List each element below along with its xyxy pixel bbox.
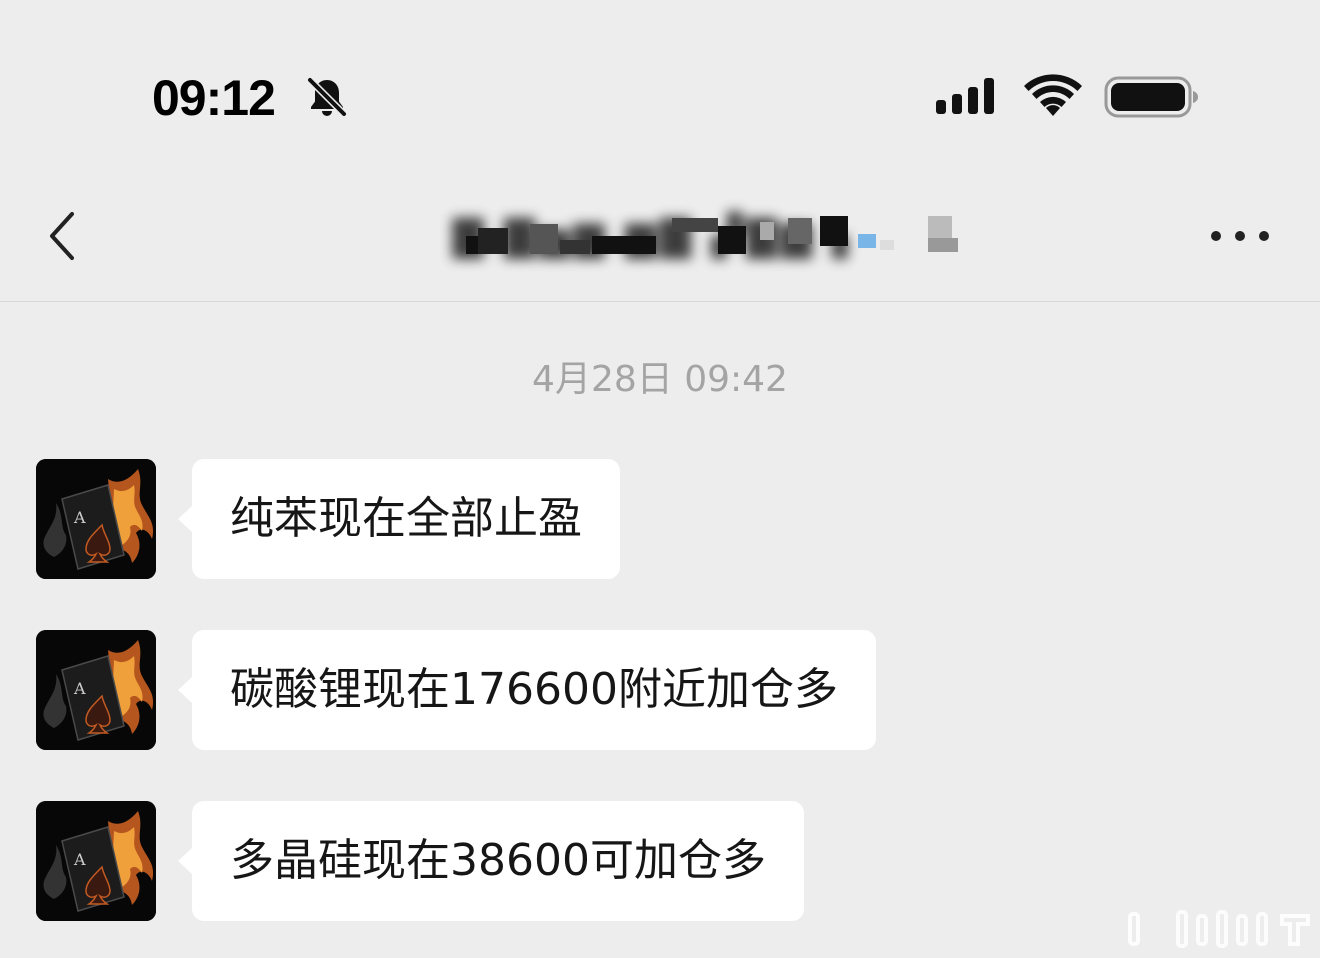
ace-of-spades-fire-avatar: A	[36, 630, 156, 750]
message-bubble[interactable]: 多晶硅现在38600可加仓多	[192, 801, 804, 921]
chat-header: ▇ ▇▅▆ ▆▇ ▞▇▆ ▖	[0, 180, 1320, 302]
sender-avatar[interactable]: A	[36, 459, 156, 579]
wifi-icon	[1024, 74, 1082, 116]
sender-avatar[interactable]: A	[36, 801, 156, 921]
ace-of-spades-fire-avatar: A	[36, 459, 156, 579]
more-options-button[interactable]	[1200, 206, 1280, 266]
bubble-tail	[178, 676, 193, 704]
ace-of-spades-fire-avatar: A	[36, 801, 156, 921]
pixelated-title-overlay	[466, 216, 958, 254]
watermark-logo	[1128, 910, 1310, 948]
message-bubble[interactable]: 纯苯现在全部止盈	[192, 459, 620, 579]
bell-slash-icon	[306, 76, 348, 118]
sender-avatar[interactable]: A	[36, 630, 156, 750]
message-timestamp: 4月28日 09:42	[532, 359, 788, 400]
bubble-tail	[178, 505, 193, 533]
message-bubble[interactable]: 碳酸锂现在176600附近加仓多	[192, 630, 876, 750]
battery-icon	[1104, 76, 1198, 118]
message-row: A 多晶硅现在38600可加仓多	[36, 801, 1286, 921]
svg-text:A: A	[73, 508, 86, 527]
bubble-tail	[178, 847, 193, 875]
message-row: A 碳酸锂现在176600附近加仓多	[36, 630, 1286, 750]
more-horizontal-icon	[1211, 231, 1269, 241]
svg-text:A: A	[73, 679, 86, 698]
status-bar: 09:12	[0, 0, 1320, 180]
status-time: 09:12	[152, 70, 276, 126]
message-row: A 纯苯现在全部止盈	[36, 459, 1286, 579]
svg-text:A: A	[73, 850, 86, 869]
cellular-signal-icon	[936, 78, 994, 114]
